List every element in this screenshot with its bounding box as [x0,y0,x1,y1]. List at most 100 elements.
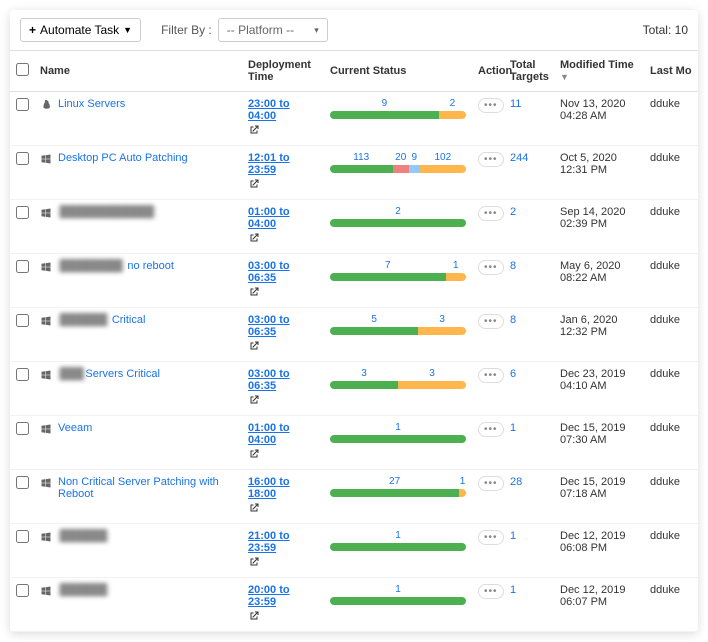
header-last-modified[interactable]: Last Mo [644,51,698,92]
status-labels: 2 [330,206,466,217]
modified-time-value: Dec 23, 2019 04:10 AM [560,368,625,392]
total-targets-value[interactable]: 2 [510,206,516,218]
filter-by-label: Filter By : [161,23,212,37]
windows-icon [40,207,52,219]
row-action-button[interactable]: ••• [478,152,504,167]
task-name-link[interactable]: ████████ no reboot [58,260,174,272]
status-labels: 33 [330,368,466,379]
automate-task-button[interactable]: + Automate Task ▼ [20,18,141,42]
row-checkbox[interactable] [16,476,29,489]
last-modified-by: dduke [650,584,680,596]
row-checkbox[interactable] [16,368,29,381]
status-labels: 71 [330,260,466,271]
automate-task-label: Automate Task [40,23,119,37]
last-modified-by: dduke [650,206,680,218]
task-name-link[interactable]: ████████████ [58,206,156,218]
status-labels: 113209102 [330,152,466,163]
status-bar [330,165,466,173]
row-checkbox[interactable] [16,530,29,543]
windows-icon [40,315,52,327]
total-targets-value[interactable]: 11 [510,98,521,110]
row-action-button[interactable]: ••• [478,206,504,221]
total-targets-value[interactable]: 6 [510,368,516,380]
row-action-button[interactable]: ••• [478,314,504,329]
modified-time-value: May 6, 2020 08:22 AM [560,260,621,284]
redacted-text: ████████████ [58,206,156,218]
header-action: Action [472,51,504,92]
row-checkbox[interactable] [16,314,29,327]
deployment-time-link[interactable]: 03:00 to 06:35 [248,314,318,338]
external-link-icon [248,610,260,622]
deployment-time-link[interactable]: 12:01 to 23:59 [248,152,318,176]
status-bar [330,327,466,335]
header-name[interactable]: Name [34,51,242,92]
status-bar [330,381,466,389]
total-targets-value[interactable]: 244 [510,152,528,164]
header-deployment-time[interactable]: Deployment Time [242,51,324,92]
row-checkbox[interactable] [16,152,29,165]
windows-icon [40,369,52,381]
task-name-link[interactable]: ██████ [58,530,109,542]
status-labels: 1 [330,422,466,433]
sort-down-icon: ▼ [560,72,569,82]
last-modified-by: dduke [650,368,680,380]
platform-select-value: -- Platform -- [227,23,294,37]
deployment-time-link[interactable]: 01:00 to 04:00 [248,422,318,446]
redacted-text: ██████ [58,584,109,596]
row-checkbox[interactable] [16,206,29,219]
table-row: ██████20:00 to 23:591•••1Dec 12, 2019 06… [10,578,698,632]
row-action-button[interactable]: ••• [478,260,504,275]
row-action-button[interactable]: ••• [478,584,504,599]
windows-icon [40,423,52,435]
task-name-link[interactable]: ██████ Critical [58,314,145,326]
row-action-button[interactable]: ••• [478,368,504,383]
deployment-time-link[interactable]: 21:00 to 23:59 [248,530,318,554]
total-targets-value[interactable]: 28 [510,476,522,488]
select-all-checkbox[interactable] [16,63,29,76]
external-link-icon [248,178,260,190]
row-action-button[interactable]: ••• [478,530,504,545]
deployment-time-link[interactable]: 01:00 to 04:00 [248,206,318,230]
status-labels: 271 [330,476,466,487]
total-count: Total: 10 [643,23,688,37]
status-bar [330,219,466,227]
row-checkbox[interactable] [16,98,29,111]
total-targets-value[interactable]: 8 [510,314,516,326]
external-link-icon [248,232,260,244]
row-checkbox[interactable] [16,584,29,597]
deployment-time-link[interactable]: 03:00 to 06:35 [248,368,318,392]
row-action-button[interactable]: ••• [478,98,504,113]
total-targets-value[interactable]: 8 [510,260,516,272]
table-row: ██████ Critical03:00 to 06:3553•••8Jan 6… [10,308,698,362]
modified-time-value: Dec 15, 2019 07:18 AM [560,476,625,500]
row-action-button[interactable]: ••• [478,422,504,437]
deployment-time-link[interactable]: 20:00 to 23:59 [248,584,318,608]
header-modified-time[interactable]: Modified Time ▼ [554,51,644,92]
row-action-button[interactable]: ••• [478,476,504,491]
row-checkbox[interactable] [16,260,29,273]
external-link-icon [248,340,260,352]
external-link-icon [248,556,260,568]
task-name-link[interactable]: Veeam [58,422,92,434]
deployment-time-link[interactable]: 23:00 to 04:00 [248,98,318,122]
task-name-link[interactable]: ███Servers Critical [58,368,160,380]
task-name-link[interactable]: Linux Servers [58,98,125,110]
modified-time-value: Nov 13, 2020 04:28 AM [560,98,625,122]
header-total-targets[interactable]: Total Targets [504,51,554,92]
total-targets-value[interactable]: 1 [510,530,516,542]
task-name-link[interactable]: ██████ [58,584,109,596]
status-bar [330,543,466,551]
platform-select[interactable]: -- Platform -- ▾ [218,18,328,42]
header-current-status[interactable]: Current Status [324,51,472,92]
row-checkbox[interactable] [16,422,29,435]
task-name-link[interactable]: Desktop PC Auto Patching [58,152,188,164]
last-modified-by: dduke [650,422,680,434]
task-name-link[interactable]: Non Critical Server Patching with Reboot [58,476,236,500]
deployment-time-link[interactable]: 03:00 to 06:35 [248,260,318,284]
deployment-time-link[interactable]: 16:00 to 18:00 [248,476,318,500]
plus-icon: + [29,23,36,37]
status-labels: 1 [330,530,466,541]
total-targets-value[interactable]: 1 [510,584,516,596]
total-targets-value[interactable]: 1 [510,422,516,434]
caret-down-icon: ▼ [123,25,132,35]
